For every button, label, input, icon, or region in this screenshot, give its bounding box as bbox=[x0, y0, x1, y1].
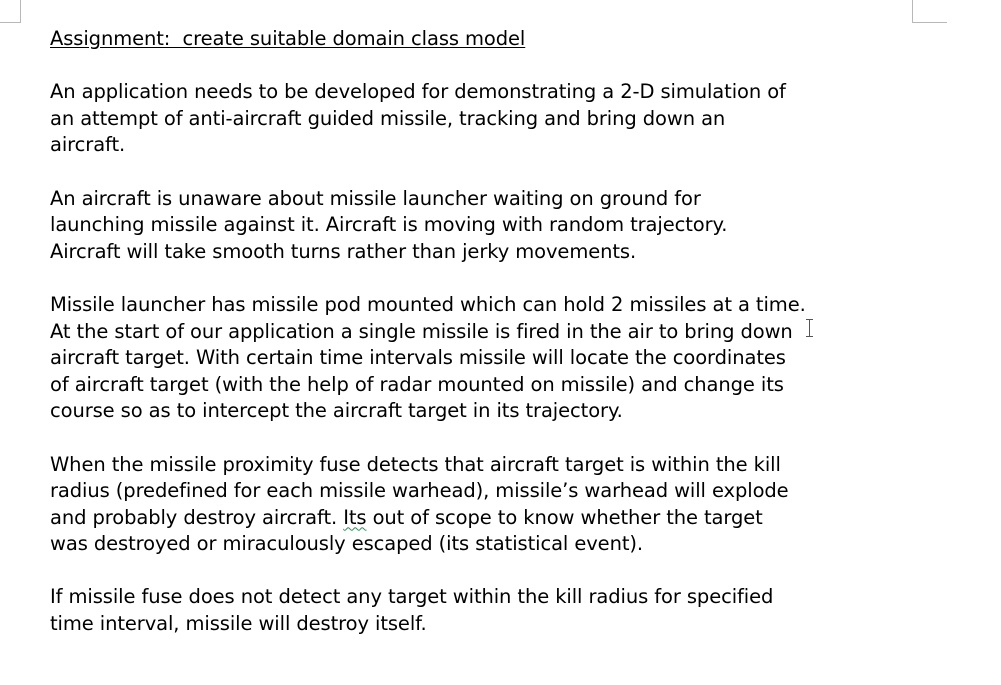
top-left-margin-mark bbox=[0, 0, 21, 23]
text-line: was destroyed or miraculously escaped (i… bbox=[50, 532, 643, 556]
text-segment: and probably destroy aircraft. bbox=[50, 505, 344, 529]
document-body[interactable]: Assignment: create suitable domain class… bbox=[50, 26, 990, 638]
text-line: When the missile proximity fuse detects … bbox=[50, 452, 781, 476]
text-line: Missile launcher has missile pod mounted… bbox=[50, 292, 806, 316]
text-cursor-icon bbox=[806, 319, 813, 337]
text-line: course so as to intercept the aircraft t… bbox=[50, 399, 623, 423]
text-line: launching missile against it. Aircraft i… bbox=[50, 213, 728, 237]
paragraph-aircraft: An aircraft is unaware about missile lau… bbox=[50, 186, 990, 266]
text-line: An application needs to be developed for… bbox=[50, 80, 786, 104]
paragraph-self-destruct: If missile fuse does not detect any targ… bbox=[50, 584, 990, 637]
text-line: Aircraft will take smooth turns rather t… bbox=[50, 239, 637, 263]
top-right-margin-mark bbox=[912, 0, 947, 23]
text-line: time interval, missile will destroy itse… bbox=[50, 612, 427, 636]
text-line: of aircraft target (with the help of rad… bbox=[50, 372, 784, 396]
text-segment: out of scope to know whether the target bbox=[366, 505, 763, 529]
text-line: aircraft target. With certain time inter… bbox=[50, 346, 786, 370]
paragraph-proximity-fuse: When the missile proximity fuse detects … bbox=[50, 452, 990, 558]
text-line: aircraft. bbox=[50, 133, 126, 157]
spellcheck-flagged-word[interactable]: Its bbox=[343, 506, 366, 529]
document-page[interactable]: Assignment: create suitable domain class… bbox=[0, 0, 1001, 685]
text-line: an attempt of anti-aircraft guided missi… bbox=[50, 106, 726, 130]
paragraph-intro: An application needs to be developed for… bbox=[50, 79, 990, 159]
paragraph-missile-launcher: Missile launcher has missile pod mounted… bbox=[50, 292, 990, 425]
text-line: At the start of our application a single… bbox=[50, 319, 793, 343]
text-line: radius (predefined for each missile warh… bbox=[50, 479, 789, 503]
text-line: and probably destroy aircraft. Its out o… bbox=[50, 505, 990, 532]
text-line: An aircraft is unaware about missile lau… bbox=[50, 186, 701, 210]
assignment-heading: Assignment: create suitable domain class… bbox=[50, 27, 526, 50]
text-line: If missile fuse does not detect any targ… bbox=[50, 585, 774, 609]
